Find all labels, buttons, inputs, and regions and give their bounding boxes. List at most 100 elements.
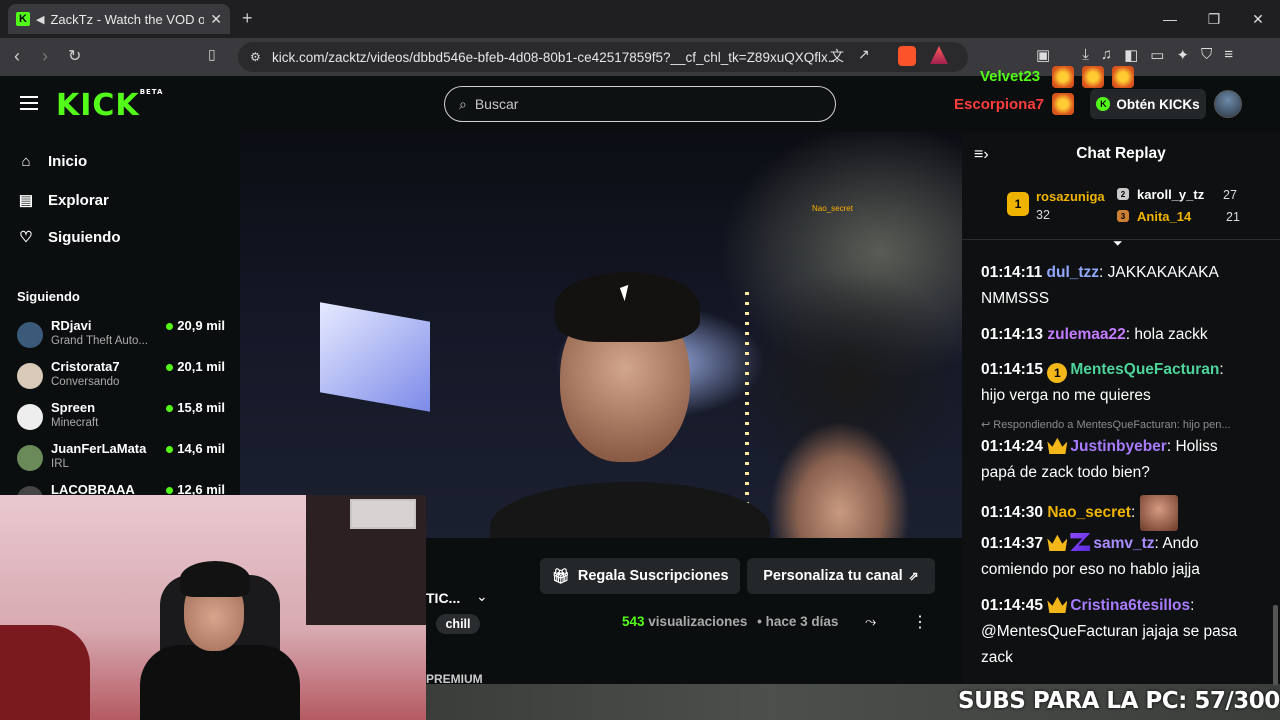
reload-icon[interactable]: ↻: [68, 46, 81, 66]
chat-username[interactable]: dul_tzz: [1047, 264, 1100, 281]
browser-tab[interactable]: K ◀ ZackTz - Watch the VOD on K ✕: [8, 4, 230, 34]
live-dot-icon: [166, 323, 174, 331]
minimize-button[interactable]: —: [1148, 0, 1192, 38]
channel-category: Grand Theft Auto...: [51, 335, 148, 347]
gift-icon: 🎁︎: [551, 568, 570, 585]
more-options-icon[interactable]: ⋮: [912, 612, 928, 632]
new-tab-button[interactable]: +: [242, 8, 253, 29]
expand-pinned-icon[interactable]: ⏷: [1113, 236, 1123, 251]
chat-username[interactable]: Justinbyeber: [1070, 438, 1166, 455]
channel-name: Spreen: [51, 400, 96, 415]
chat-scrollbar[interactable]: [1273, 605, 1278, 685]
nav-inicio[interactable]: ⌂ Inicio: [18, 153, 87, 170]
tag-chill[interactable]: chill: [436, 614, 480, 634]
rank-1-medal-icon: 1: [1007, 192, 1029, 216]
channel-category: Conversando: [51, 376, 120, 388]
following-heading: Siguiendo: [17, 289, 80, 304]
window-controls: — ❐ ✕: [1148, 0, 1280, 38]
sidebar-toggle-icon[interactable]: ◧: [1124, 46, 1138, 64]
search-placeholder: Buscar: [474, 96, 519, 112]
channel-name: Cristorata7: [51, 359, 120, 374]
subs-goal-overlay: SUBS PARA LA PC: 57/300: [958, 688, 1280, 714]
maximize-button[interactable]: ❐: [1192, 0, 1236, 38]
tab-close-icon[interactable]: ✕: [210, 11, 222, 28]
gifter-count: 21: [1226, 210, 1240, 224]
search-input[interactable]: ⌕ Buscar: [444, 86, 836, 122]
emote-icon: [1052, 93, 1074, 115]
browser-tab-bar: K ◀ ZackTz - Watch the VOD on K ✕ + — ❐ …: [0, 0, 1280, 38]
view-stats: 543 visualizaciones • hace 3 días: [622, 614, 839, 629]
gift-subs-button[interactable]: 🎁︎ Regala Suscripciones: [540, 558, 740, 594]
share-icon[interactable]: ↗: [858, 46, 870, 66]
nav-explorar[interactable]: ▤ Explorar: [18, 191, 109, 210]
viewer-count: 15,8 mil: [166, 400, 225, 415]
chat-message: 01:14:24 Justinbyeber: Holiss papá de za…: [981, 437, 1218, 481]
browser-toolbar-icons: ▣ ⤓ ♫ ◧ ▭ ✦ ⛉ ≡: [1036, 46, 1233, 64]
hamburger-menu-icon[interactable]: [20, 96, 38, 114]
live-dot-icon: [166, 405, 174, 413]
chat-title: Chat Replay: [1076, 145, 1166, 162]
url-actions: 文 ↗: [830, 46, 870, 66]
chat-username[interactable]: zulemaa22: [1047, 326, 1125, 343]
sub-badge-icon: [1070, 533, 1091, 551]
emote-icon: [1082, 66, 1104, 88]
download-icon[interactable]: ⤓: [1082, 46, 1089, 64]
video-scene-hair: [555, 272, 700, 342]
chat-username[interactable]: Cristina6tesillos: [1070, 597, 1190, 614]
site-settings-icon[interactable]: ⚙: [250, 50, 261, 64]
sidebar-channel[interactable]: RDjavi Grand Theft Auto... 20,9 mil: [17, 318, 225, 356]
emote-icon: [1052, 66, 1074, 88]
viewer-count: 12,6 mil: [166, 482, 225, 496]
chat-username[interactable]: samv_tz: [1093, 535, 1154, 552]
channel-category: Minecraft: [51, 417, 99, 429]
video-player[interactable]: Nao_secret: [240, 132, 962, 538]
user-avatar[interactable]: [1214, 90, 1242, 118]
translate-icon[interactable]: 文: [830, 46, 844, 66]
music-icon[interactable]: ♫: [1101, 46, 1112, 64]
sidebar-channel[interactable]: JuanFerLaMata IRL 14,6 mil: [17, 441, 225, 479]
chat-username[interactable]: Nao_secret: [1047, 504, 1131, 521]
channel-name: RDjavi: [51, 318, 92, 333]
gifter-name[interactable]: Anita_14: [1137, 209, 1191, 224]
back-icon[interactable]: ‹: [14, 46, 20, 67]
webcam-hair: [180, 561, 250, 597]
home-icon: ⌂: [21, 153, 31, 170]
ai-icon[interactable]: ✦: [1176, 46, 1189, 64]
avatar: [17, 363, 43, 389]
chevron-down-icon[interactable]: ⌄: [476, 588, 488, 605]
wallet-icon[interactable]: ▭: [1150, 46, 1164, 64]
chat-header: ≡› Chat Replay: [962, 134, 1280, 174]
nav-siguiendo[interactable]: ♡ Siguiendo: [18, 228, 120, 247]
gifter-count: 32: [1036, 208, 1050, 222]
webcam-body: [140, 645, 300, 720]
kick-logo[interactable]: KICKBETA: [56, 88, 163, 123]
rank-3-medal-icon: 3: [1117, 210, 1129, 222]
get-kicks-button[interactable]: K Obtén KICKs: [1090, 89, 1206, 119]
vpn-icon[interactable]: ⛉: [1201, 46, 1212, 64]
forward-icon[interactable]: ›: [42, 46, 48, 67]
bookmark-icon[interactable]: ▯: [208, 46, 216, 63]
menu-icon[interactable]: ≡: [1224, 46, 1233, 64]
customize-channel-button[interactable]: Personaliza tu canal ⇗: [747, 558, 935, 594]
sidebar-channel[interactable]: LACOBRAAA 12,6 mil: [17, 482, 225, 496]
speaker-icon[interactable]: ◀: [36, 13, 44, 26]
webcam-red-chair: [0, 625, 90, 720]
url-text: kick.com/zacktz/videos/dbbd546e-bfeb-4d0…: [272, 49, 839, 65]
gifter-name[interactable]: karoll_y_tz: [1137, 187, 1204, 202]
gifter-name[interactable]: rosazuniga: [1036, 189, 1105, 204]
close-window-button[interactable]: ✕: [1236, 0, 1280, 38]
crown-badge-icon: [1047, 437, 1068, 454]
video-scene-body: [490, 482, 770, 538]
sub-badge-icon: 1: [1047, 363, 1068, 383]
share-icon[interactable]: ⤳: [865, 613, 876, 630]
screenshot-icon[interactable]: ▣: [1036, 46, 1050, 64]
sidebar-channel[interactable]: Spreen Minecraft 15,8 mil: [17, 400, 225, 438]
chat-username[interactable]: MentesQueFacturan: [1070, 361, 1219, 378]
search-icon: ⌕: [459, 95, 467, 112]
chat-message: 01:14:13 zulemaa22: hola zackk: [981, 326, 1208, 343]
sidebar-channel[interactable]: Cristorata7 Conversando 20,1 mil: [17, 359, 225, 397]
brave-shield-icon[interactable]: [898, 46, 916, 66]
chat-message: 01:14:11 dul_tzz: JAKKAKAKAKA NMMSSS: [981, 264, 1218, 307]
rank-2-medal-icon: 2: [1117, 188, 1129, 200]
external-link-icon: ⇗: [908, 569, 919, 583]
